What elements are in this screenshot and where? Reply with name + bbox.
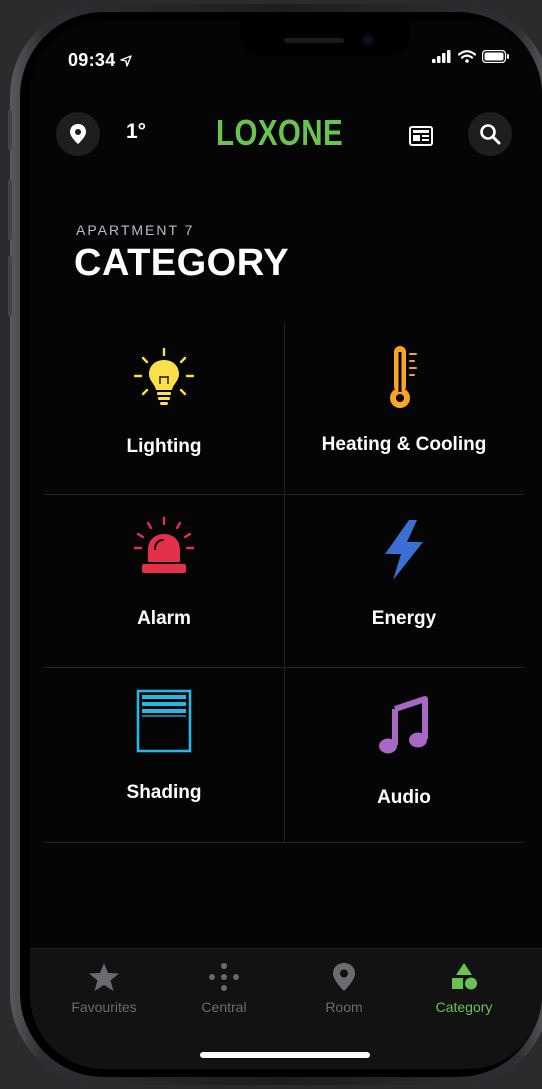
category-label: Lighting [126, 436, 202, 457]
volume-down-button [8, 256, 12, 316]
tab-label: Room [325, 999, 363, 1015]
tab-bar: Favourites Central Room Category [30, 948, 542, 1069]
category-alarm[interactable]: Alarm [44, 494, 284, 667]
tab-category[interactable]: Category [404, 959, 524, 1015]
camera [362, 34, 374, 46]
status-icons [432, 50, 510, 63]
newspaper-icon [409, 126, 433, 146]
wifi-icon [458, 50, 476, 63]
page-title: CATEGORY [74, 242, 290, 284]
volume-up-button [8, 180, 12, 240]
battery-icon [482, 50, 509, 63]
category-label: Alarm [137, 608, 191, 629]
blinds-icon [136, 689, 192, 753]
category-label: Shading [126, 782, 202, 803]
home-indicator[interactable] [200, 1052, 370, 1058]
tab-label: Category [435, 999, 493, 1015]
music-note-icon [379, 696, 428, 754]
star-icon [89, 963, 119, 991]
status-time-text: 09:34 [68, 50, 116, 70]
category-grid: Lighting Heating & Cooling Alarm Energy … [44, 322, 524, 843]
location-pin-icon [70, 124, 86, 144]
app-screen: 09:34 1° LOXONE APARTMENT 7 CATEGORY Lig… [30, 20, 542, 1069]
category-lighting[interactable]: Lighting [44, 322, 284, 495]
tab-central[interactable]: Central [164, 959, 284, 1015]
lightbulb-icon [133, 347, 195, 405]
tab-label: Favourites [71, 999, 137, 1015]
alarm-siren-icon [133, 516, 195, 573]
category-shading[interactable]: Shading [44, 667, 284, 840]
tab-label: Central [201, 999, 247, 1015]
temperature: 1° [126, 120, 147, 143]
category-audio[interactable]: Audio [284, 667, 524, 840]
tab-room[interactable]: Room [284, 959, 404, 1015]
location-arrow-icon [119, 54, 132, 67]
status-time: 09:34 [68, 50, 132, 71]
category-heating-cooling[interactable]: Heating & Cooling [284, 322, 524, 495]
lightning-bolt-icon [385, 520, 423, 580]
side-button [8, 110, 12, 150]
news-button[interactable] [409, 126, 433, 151]
category-label: Heating & Cooling [321, 434, 487, 455]
loxone-logo: LOXONE [216, 112, 344, 153]
dots-icon [209, 963, 239, 991]
thermometer-icon [390, 346, 417, 408]
notch [240, 20, 410, 56]
tab-favourites[interactable]: Favourites [44, 959, 164, 1015]
signal-icon [432, 50, 451, 63]
search-button[interactable] [468, 112, 512, 156]
category-label: Audio [377, 787, 431, 808]
shapes-icon [452, 963, 477, 990]
page-subtitle: APARTMENT 7 [76, 222, 195, 238]
location-button[interactable] [56, 112, 100, 156]
category-label: Energy [371, 608, 437, 629]
location-pin-icon [333, 963, 355, 991]
category-energy[interactable]: Energy [284, 494, 524, 667]
speaker [284, 38, 344, 43]
search-icon [480, 124, 501, 145]
